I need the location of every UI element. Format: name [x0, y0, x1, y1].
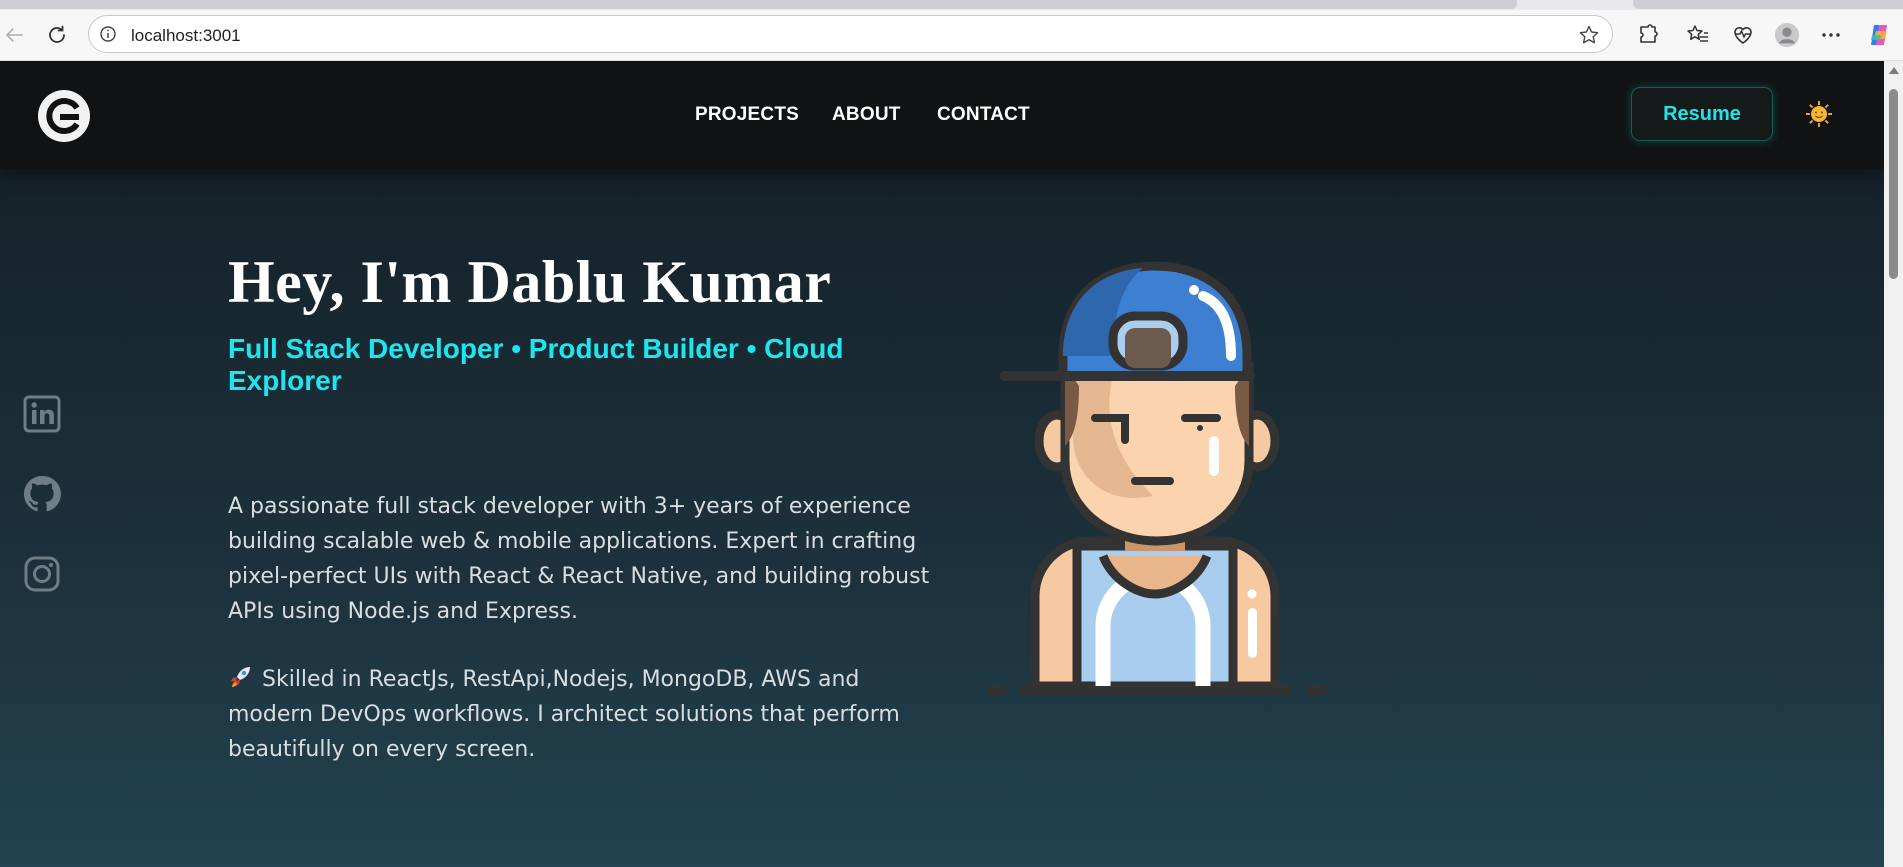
hero-subtitle: Full Stack Developer • Product Builder •…	[228, 333, 844, 396]
address-bar[interactable]: localhost:3001	[88, 15, 1613, 53]
url-text[interactable]: localhost:3001	[131, 26, 241, 46]
nav-contact[interactable]: CONTACT	[937, 104, 1030, 126]
tab-bar[interactable]	[0, 0, 1517, 9]
portfolio-page: PROJECTS ABOUT CONTACT Resume Hey, I'm D…	[0, 61, 1884, 867]
copilot-icon[interactable]	[1866, 22, 1892, 48]
sun-icon[interactable]	[1805, 100, 1833, 128]
browser-toolbar: localhost:3001	[0, 10, 1903, 61]
nav-projects[interactable]: PROJECTS	[695, 104, 799, 126]
main-nav: PROJECTS ABOUT CONTACT	[0, 61, 1884, 169]
reload-icon[interactable]	[45, 23, 69, 47]
linkedin-icon[interactable]	[22, 394, 64, 436]
hero-intro: A passionate full stack developer with 3…	[228, 494, 930, 624]
site-info-icon[interactable]	[99, 25, 117, 43]
github-icon[interactable]	[22, 474, 64, 516]
extensions-icon[interactable]	[1635, 22, 1661, 48]
hero-title: Hey, I'm Dablu Kumar	[228, 249, 832, 315]
tab-strip	[0, 0, 1903, 10]
developer-avatar-illustration	[987, 261, 1327, 695]
scrollbar-thumb[interactable]	[1889, 89, 1898, 279]
back-icon[interactable]	[2, 23, 26, 47]
favorites-icon[interactable]	[1685, 22, 1711, 48]
scroll-up-arrow-icon[interactable]	[1889, 67, 1899, 74]
nav-about[interactable]: ABOUT	[832, 104, 901, 126]
more-icon[interactable]	[1818, 22, 1844, 48]
hero-skills: Skilled in ReactJs, RestApi,Nodejs, Mong…	[228, 662, 948, 767]
resume-button[interactable]: Resume	[1631, 87, 1773, 141]
instagram-icon[interactable]	[22, 554, 64, 596]
page-scrollbar[interactable]	[1884, 61, 1903, 867]
tab-bar-right[interactable]	[1633, 0, 1903, 9]
site-header: PROJECTS ABOUT CONTACT Resume	[0, 61, 1884, 169]
browser-essentials-icon[interactable]	[1730, 22, 1756, 48]
hero-skills-text: Skilled in ReactJs, RestApi,Nodejs, Mong…	[228, 667, 900, 762]
profile-icon[interactable]	[1774, 22, 1800, 48]
favorite-star-icon[interactable]	[1578, 24, 1600, 46]
rocket-icon	[231, 667, 250, 687]
